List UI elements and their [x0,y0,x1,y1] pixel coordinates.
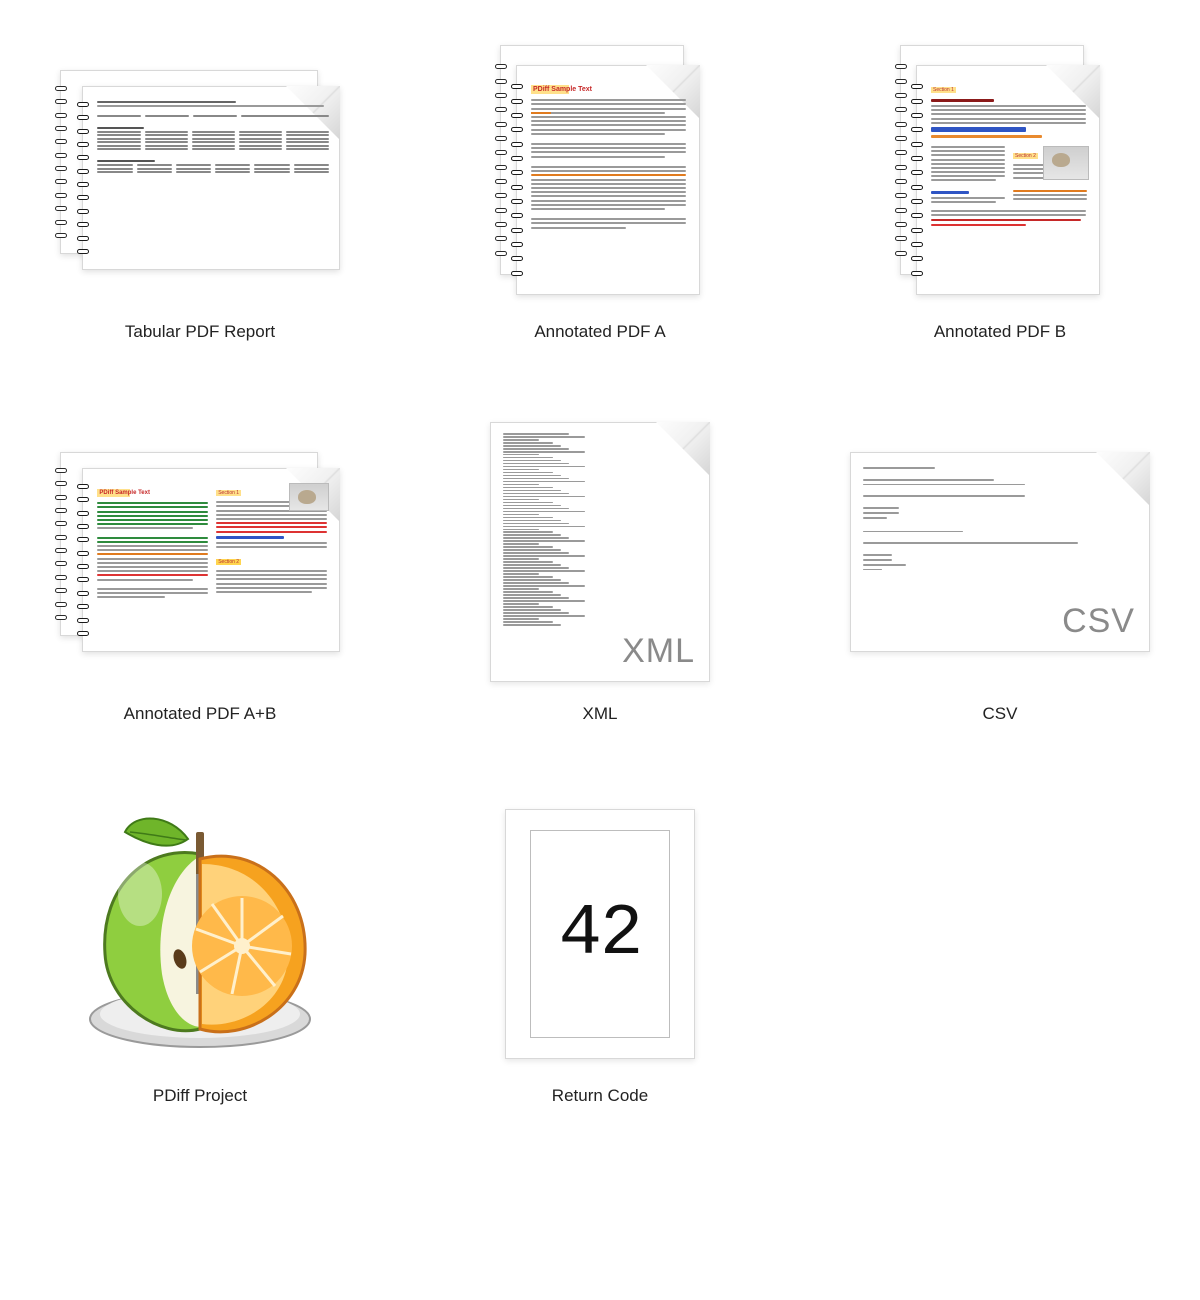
item-xml[interactable]: XML XML [440,422,760,724]
thumb-annotated-b: Section 1 Section 2 [840,40,1160,300]
thumb-tabular-pdf [40,40,360,300]
caption-annotated-a: Annotated PDF A [534,322,665,342]
file-page-icon: 42 [505,809,695,1059]
item-annotated-ab[interactable]: 1 PDiff Sample Text [40,422,360,724]
caption-pdiff-project: PDiff Project [153,1086,247,1106]
thumb-pdiff-project [40,804,360,1064]
item-annotated-b[interactable]: Section 1 Section 2 [840,40,1160,342]
caption-csv: CSV [983,704,1018,724]
item-pdiff-project[interactable]: PDiff Project [40,804,360,1106]
caption-annotated-ab: Annotated PDF A+B [124,704,277,724]
doc-title: PDiff Sample Text [531,85,594,94]
page-curl-icon [656,422,710,476]
pdiff-logo-icon [70,804,330,1064]
stacked-pages-icon [60,70,340,270]
embedded-image-icon [1043,146,1089,180]
item-tabular-pdf[interactable]: Tabular PDF Report [40,40,360,342]
caption-tabular-pdf: Tabular PDF Report [125,322,275,342]
thumb-return-code: 42 [440,804,760,1064]
caption-return-code: Return Code [552,1086,648,1106]
return-code-value: 42 [559,893,641,975]
embedded-image-icon [289,483,329,511]
thumb-annotated-a: PDiff Sample Text [440,40,760,300]
file-badge: CSV [1062,602,1135,641]
stacked-pages-icon: PDiff Sample Text [500,45,700,295]
file-badge: XML [622,632,695,671]
item-annotated-a[interactable]: PDiff Sample Text [440,40,760,342]
page-curl-icon [1096,452,1150,506]
caption-annotated-b: Annotated PDF B [934,322,1066,342]
stacked-pages-icon: Section 1 Section 2 [900,45,1100,295]
doc-title: PDiff Sample Text [97,489,152,497]
file-page-icon: CSV [850,452,1150,652]
file-page-icon: XML [490,422,710,682]
thumb-csv: CSV [840,422,1160,682]
item-csv[interactable]: CSV CSV [840,422,1160,724]
caption-xml: XML [583,704,618,724]
file-type-grid: Tabular PDF Report PDiff Sample Text [20,40,1180,1106]
item-return-code[interactable]: 42 Return Code [440,804,760,1106]
section-label: Section 1 [931,87,956,93]
thumb-annotated-ab: 1 PDiff Sample Text [40,422,360,682]
stacked-pages-icon: 1 PDiff Sample Text [60,452,340,652]
thumb-xml: XML [440,422,760,682]
